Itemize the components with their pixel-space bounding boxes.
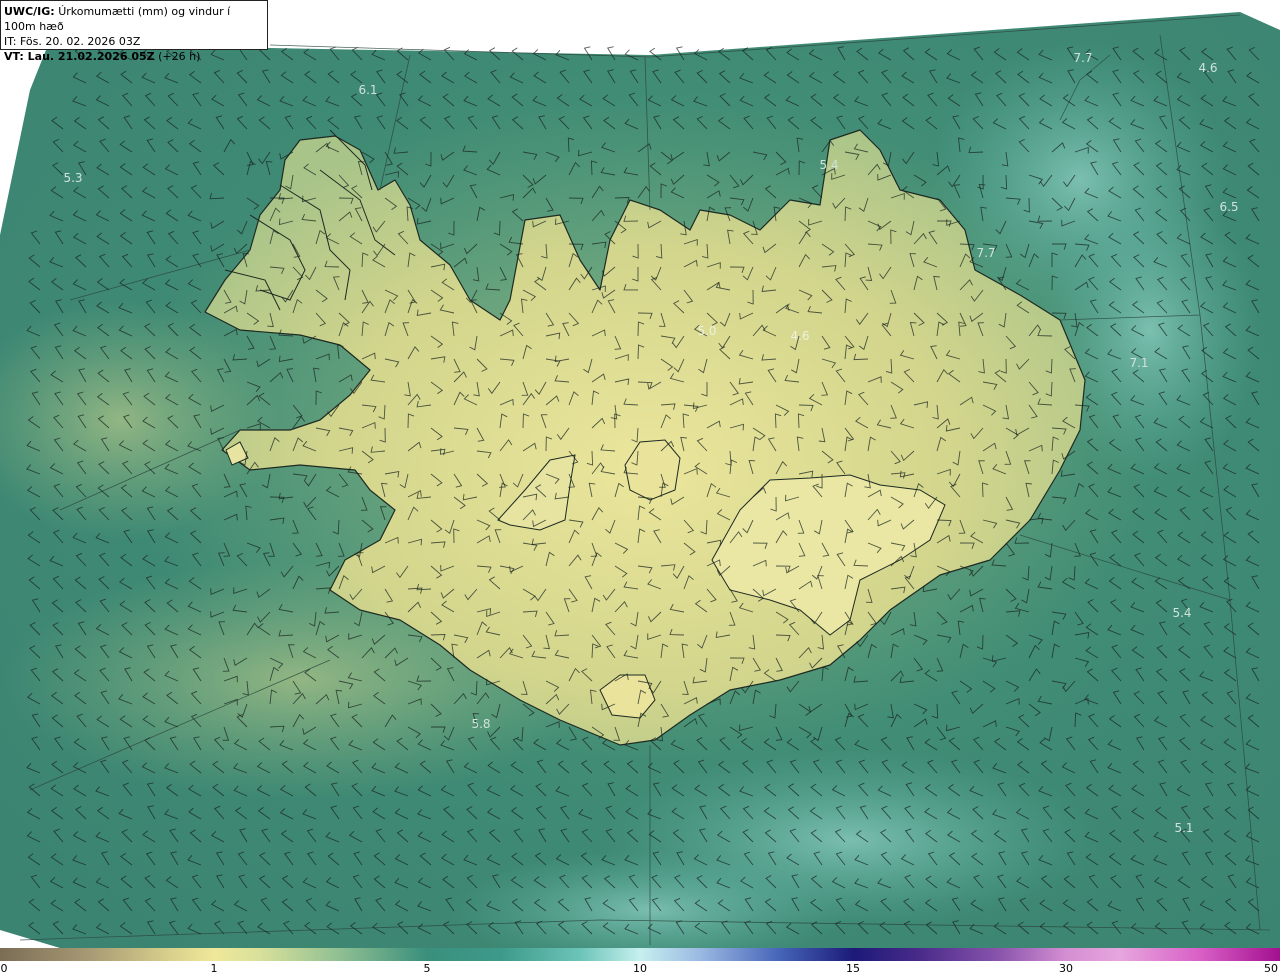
colorbar-tick: 50 bbox=[1264, 962, 1278, 975]
colorbar: 0 1 5 10 15 30 50 bbox=[0, 948, 1280, 978]
valid-time-line: VT: Lau. 21.02.2026 05Z (+26 h) bbox=[4, 49, 264, 64]
colorbar-tick: 15 bbox=[846, 962, 860, 975]
map-value-label: 6.1 bbox=[358, 83, 378, 97]
map-value-label: 5.3 bbox=[63, 171, 83, 185]
map-value-label: 7.1 bbox=[1129, 356, 1149, 370]
map-value-label: 5.4 bbox=[1172, 606, 1192, 620]
weather-map bbox=[0, 0, 1280, 948]
map-value-label: 7.7 bbox=[976, 246, 996, 260]
map-value-label: 4.6 bbox=[1198, 61, 1218, 75]
colorbar-gradient bbox=[0, 948, 1280, 961]
map-title-box: UWC/IG: Úrkomumætti (mm) og vindur í 100… bbox=[0, 0, 268, 63]
colorbar-tick: 0 bbox=[0, 962, 8, 975]
init-time: IT: Fös. 20. 02. 2026 03Z bbox=[4, 35, 141, 48]
map-value-label: 5.0 bbox=[697, 324, 717, 338]
map-value-label: 6.5 bbox=[1219, 200, 1239, 214]
map-value-label: 5.1 bbox=[1174, 821, 1194, 835]
map-value-label: 7.7 bbox=[1073, 51, 1093, 65]
valid-time: VT: Lau. 21.02.2026 05Z bbox=[4, 50, 155, 63]
colorbar-tick: 10 bbox=[633, 962, 647, 975]
map-value-label: 5.4 bbox=[819, 158, 839, 172]
map-value-label: 5.8 bbox=[471, 717, 491, 731]
colorbar-tick: 1 bbox=[210, 962, 218, 975]
colorbar-tick: 30 bbox=[1059, 962, 1073, 975]
product-code: UWC/IG: bbox=[4, 5, 55, 18]
map-value-label: 4.6 bbox=[790, 329, 810, 343]
colorbar-tick: 5 bbox=[423, 962, 431, 975]
valid-offset: (+26 h) bbox=[158, 50, 201, 63]
title-line: UWC/IG: Úrkomumætti (mm) og vindur í 100… bbox=[4, 4, 264, 34]
